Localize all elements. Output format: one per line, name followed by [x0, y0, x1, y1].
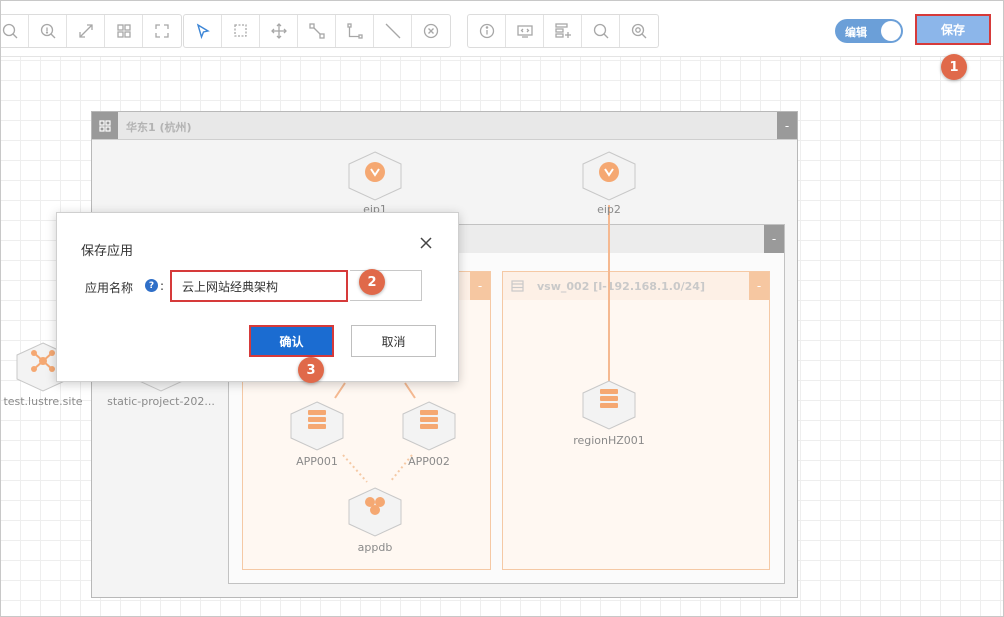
- static-project-label: static-project-202...: [107, 395, 215, 408]
- edit-mode-toggle[interactable]: 编辑: [835, 19, 903, 43]
- zoom-out-button[interactable]: [0, 15, 29, 47]
- label-colon: :: [160, 279, 165, 293]
- search-button[interactable]: [582, 15, 620, 47]
- move-tool-button[interactable]: [260, 15, 298, 47]
- cancel-button[interactable]: 取消: [351, 325, 436, 357]
- fit-view-button[interactable]: [67, 15, 105, 47]
- eip1-node[interactable]: eip1: [345, 150, 405, 216]
- eip-icon: [582, 151, 636, 201]
- help-icon[interactable]: ?: [145, 279, 158, 292]
- search-icon: [593, 23, 608, 39]
- eip2-node[interactable]: eip2: [579, 150, 639, 216]
- confirm-button[interactable]: 确认: [249, 325, 334, 357]
- box-select-icon: [233, 24, 247, 37]
- delete-icon: [423, 23, 439, 39]
- server-icon: [582, 380, 636, 430]
- move-icon: [270, 23, 287, 39]
- save-app-dialog: 保存应用 应用名称 ? : 确认 取消: [56, 212, 459, 382]
- delete-button[interactable]: [412, 15, 450, 47]
- step-marker-2: 2: [359, 269, 385, 295]
- step-marker-1: 1: [941, 54, 967, 80]
- fullscreen-icon: [155, 24, 169, 38]
- grid-icon: [116, 24, 131, 38]
- line-icon: [385, 23, 400, 39]
- step-marker-3: 3: [298, 357, 324, 383]
- info-button[interactable]: [468, 15, 506, 47]
- connector-icon: [346, 23, 363, 39]
- app001-node[interactable]: APP001: [287, 400, 347, 468]
- connector-tool-button[interactable]: [336, 15, 374, 47]
- app002-node[interactable]: APP002: [399, 400, 459, 468]
- vswitch-2-title: vsw_002 [I-192.168.1.0/24]: [537, 280, 705, 293]
- network-icon: [511, 280, 524, 292]
- view-tool-group: [0, 14, 182, 48]
- zoom-in-icon: [40, 23, 55, 39]
- grid-icon: [92, 112, 118, 139]
- select-tool-button[interactable]: [184, 15, 222, 47]
- vswitch-1-collapse-button[interactable]: -: [470, 272, 490, 300]
- info-icon: [479, 23, 494, 39]
- connect-icon: [308, 23, 325, 39]
- appdb-node[interactable]: appdb: [345, 486, 405, 554]
- save-button[interactable]: 保存: [915, 14, 991, 45]
- eip2-label: eip2: [597, 203, 621, 216]
- close-icon[interactable]: [418, 235, 434, 251]
- server-icon: [290, 401, 344, 451]
- app-name-label: 应用名称: [85, 281, 134, 295]
- zoom-out-icon: [2, 23, 17, 39]
- server-icon: [402, 401, 456, 451]
- grid-button[interactable]: [105, 15, 143, 47]
- edit-tool-group: [183, 14, 451, 48]
- region-hz001-node[interactable]: regionHZ001: [573, 379, 645, 447]
- layout-icon: [554, 23, 571, 38]
- app-name-input[interactable]: [170, 270, 348, 302]
- eip-icon: [348, 151, 402, 201]
- region-hz001-label: regionHZ001: [573, 434, 645, 447]
- region-header: 华东1 (杭州) -: [92, 112, 797, 140]
- select-icon: [196, 23, 210, 40]
- line-tool-button[interactable]: [374, 15, 412, 47]
- vswitch-2-collapse-button[interactable]: -: [749, 272, 769, 300]
- edit-mode-label: 编辑: [845, 26, 867, 39]
- code-icon: [516, 25, 533, 38]
- vswitch-2-header: vsw_002 [I-192.168.1.0/24]: [503, 272, 769, 300]
- toggle-knob: [881, 21, 901, 41]
- vpc-collapse-button[interactable]: -: [764, 225, 784, 253]
- code-button[interactable]: [506, 15, 544, 47]
- search-settings-icon: [631, 23, 647, 39]
- fullscreen-button[interactable]: [143, 15, 181, 47]
- region-collapse-button[interactable]: -: [777, 112, 797, 139]
- layout-button[interactable]: [544, 15, 582, 47]
- box-select-button[interactable]: [222, 15, 260, 47]
- connect-tool-button[interactable]: [298, 15, 336, 47]
- appdb-label: appdb: [357, 541, 393, 554]
- dialog-title: 保存应用: [81, 244, 134, 259]
- app002-label: APP002: [408, 455, 450, 468]
- toolbar: 编辑 保存: [0, 0, 1004, 57]
- fit-icon: [78, 24, 93, 38]
- search-settings-button[interactable]: [620, 15, 658, 47]
- misc-tool-group: [467, 14, 659, 48]
- region-title: 华东1 (杭州): [126, 121, 192, 134]
- database-icon: [348, 487, 402, 537]
- zoom-in-button[interactable]: [29, 15, 67, 47]
